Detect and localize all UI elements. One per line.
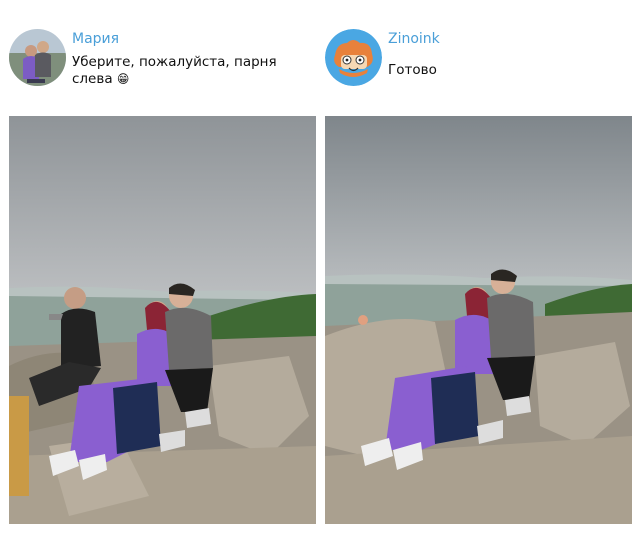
message-body: Уберите, пожалуйста, парня слева	[72, 54, 277, 87]
photo-before[interactable]	[9, 116, 316, 524]
photo-after[interactable]	[325, 116, 632, 524]
author-name[interactable]: Мария	[72, 31, 119, 47]
message-text: Готово	[388, 62, 437, 78]
author-name[interactable]: Zinoink	[388, 31, 440, 47]
zinoink-avatar[interactable]	[325, 29, 382, 86]
message-text: Уберите, пожалуйста, парня слева 😁	[72, 54, 317, 88]
maria-avatar[interactable]	[9, 29, 66, 86]
grin-emoji-icon: 😁	[116, 72, 130, 86]
